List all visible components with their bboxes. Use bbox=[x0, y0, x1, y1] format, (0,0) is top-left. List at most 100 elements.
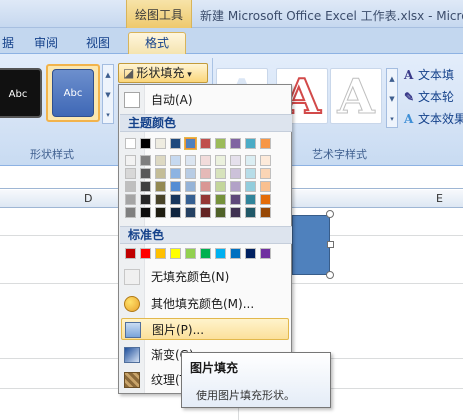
menu-item-automatic[interactable]: 自动(A) bbox=[121, 89, 289, 111]
theme-color-swatch[interactable] bbox=[125, 138, 136, 149]
standard-color-swatch[interactable] bbox=[200, 248, 211, 259]
theme-color-shade-swatch[interactable] bbox=[185, 194, 196, 205]
theme-color-shade-swatch[interactable] bbox=[170, 181, 181, 192]
theme-color-shade-swatch[interactable] bbox=[155, 168, 166, 179]
theme-color-shade-swatch[interactable] bbox=[125, 155, 136, 166]
theme-color-shade-swatch[interactable] bbox=[170, 207, 181, 218]
theme-color-shade-swatch[interactable] bbox=[215, 168, 226, 179]
standard-color-swatch[interactable] bbox=[260, 248, 271, 259]
shape-style-blue-selected[interactable]: Abc bbox=[46, 64, 100, 122]
theme-color-shade-swatch[interactable] bbox=[200, 194, 211, 205]
theme-color-shade-swatch[interactable] bbox=[140, 155, 151, 166]
theme-color-shade-swatch[interactable] bbox=[260, 155, 271, 166]
selected-rectangle-shape[interactable] bbox=[292, 215, 330, 275]
theme-color-shade-swatch[interactable] bbox=[125, 168, 136, 179]
wordart-style-3[interactable]: A bbox=[330, 68, 382, 126]
theme-color-swatch[interactable] bbox=[260, 138, 271, 149]
theme-color-shade-swatch[interactable] bbox=[125, 194, 136, 205]
theme-color-swatch[interactable] bbox=[184, 137, 197, 150]
theme-color-shade-swatch[interactable] bbox=[260, 207, 271, 218]
theme-color-swatch[interactable] bbox=[155, 138, 166, 149]
theme-color-shade-swatch[interactable] bbox=[200, 207, 211, 218]
menu-item-no-fill-label: 无填充颜色(N) bbox=[151, 270, 230, 284]
tab-format[interactable]: 格式 bbox=[128, 32, 186, 55]
theme-color-swatch[interactable] bbox=[215, 138, 226, 149]
text-effects-button[interactable]: A 文本效果 bbox=[404, 110, 463, 127]
theme-color-shade-swatch[interactable] bbox=[200, 155, 211, 166]
theme-color-shade-swatch[interactable] bbox=[230, 181, 241, 192]
wordart-gallery-scroll[interactable]: ▲ ▼ ▾ bbox=[386, 68, 398, 128]
theme-color-swatch[interactable] bbox=[230, 138, 241, 149]
theme-color-shade-swatch[interactable] bbox=[200, 181, 211, 192]
theme-color-shade-swatch[interactable] bbox=[140, 168, 151, 179]
menu-item-picture[interactable]: 图片(P)... bbox=[121, 318, 289, 340]
shape-styles-gallery-scroll[interactable]: ▲ ▼ ▾ bbox=[102, 64, 114, 124]
theme-color-shade-swatch[interactable] bbox=[140, 181, 151, 192]
menu-item-more-colors[interactable]: 其他填充颜色(M)... bbox=[121, 293, 289, 315]
text-fill-label: 文本填 bbox=[418, 68, 455, 82]
theme-color-swatch[interactable] bbox=[170, 138, 181, 149]
theme-color-shade-swatch[interactable] bbox=[245, 181, 256, 192]
standard-color-swatch[interactable] bbox=[155, 248, 166, 259]
tab-view[interactable]: 视图 bbox=[86, 34, 110, 51]
theme-color-shade-swatch[interactable] bbox=[245, 168, 256, 179]
theme-color-shade-swatch[interactable] bbox=[185, 181, 196, 192]
tab-data[interactable]: 据 bbox=[2, 34, 14, 51]
theme-color-shade-swatch[interactable] bbox=[155, 207, 166, 218]
theme-color-shade-swatch[interactable] bbox=[155, 155, 166, 166]
theme-color-shade-swatch[interactable] bbox=[155, 194, 166, 205]
shape-style-black[interactable]: Abc bbox=[0, 68, 42, 118]
theme-color-shade-swatch[interactable] bbox=[230, 207, 241, 218]
resize-handle[interactable] bbox=[327, 241, 334, 248]
theme-color-swatch[interactable] bbox=[245, 138, 256, 149]
standard-color-swatch[interactable] bbox=[170, 248, 181, 259]
standard-color-swatch[interactable] bbox=[125, 248, 136, 259]
theme-color-shade-swatch[interactable] bbox=[185, 155, 196, 166]
theme-color-shade-swatch[interactable] bbox=[245, 155, 256, 166]
standard-color-swatch[interactable] bbox=[215, 248, 226, 259]
shape-styles-group-label: 形状样式 bbox=[30, 148, 74, 161]
theme-color-swatch[interactable] bbox=[140, 138, 151, 149]
title-bar: 绘图工具 新建 Microsoft Office Excel 工作表.xlsx … bbox=[0, 0, 463, 28]
standard-color-swatch[interactable] bbox=[230, 248, 241, 259]
standard-color-swatch[interactable] bbox=[245, 248, 256, 259]
theme-color-shade-swatch[interactable] bbox=[155, 181, 166, 192]
theme-color-shade-swatch[interactable] bbox=[260, 168, 271, 179]
theme-color-shade-swatch[interactable] bbox=[230, 155, 241, 166]
theme-color-shade-swatch[interactable] bbox=[215, 207, 226, 218]
column-header-d[interactable]: D bbox=[84, 192, 92, 205]
theme-color-shade-swatch[interactable] bbox=[245, 194, 256, 205]
theme-color-shade-swatch[interactable] bbox=[140, 194, 151, 205]
resize-handle[interactable] bbox=[326, 271, 334, 279]
theme-color-shade-swatch[interactable] bbox=[215, 155, 226, 166]
theme-color-shade-swatch[interactable] bbox=[260, 194, 271, 205]
theme-color-shade-swatch[interactable] bbox=[260, 181, 271, 192]
theme-color-shade-swatch[interactable] bbox=[125, 207, 136, 218]
picture-fill-tooltip: 图片填充 使用图片填充形状。 bbox=[181, 352, 331, 408]
theme-color-shade-swatch[interactable] bbox=[170, 194, 181, 205]
theme-color-shade-swatch[interactable] bbox=[215, 181, 226, 192]
theme-color-shade-swatch[interactable] bbox=[170, 155, 181, 166]
theme-color-swatch[interactable] bbox=[200, 138, 211, 149]
theme-color-shade-swatch[interactable] bbox=[230, 194, 241, 205]
theme-color-shade-swatch[interactable] bbox=[140, 207, 151, 218]
theme-color-shade-swatch[interactable] bbox=[125, 181, 136, 192]
menu-item-no-fill[interactable]: 无填充颜色(N) bbox=[121, 266, 289, 288]
text-fill-button[interactable]: A 文本填 bbox=[404, 66, 454, 83]
theme-color-shade-swatch[interactable] bbox=[185, 207, 196, 218]
shape-fill-button[interactable]: ◪ 形状填充 ▾ bbox=[118, 63, 208, 83]
theme-color-shade-swatch[interactable] bbox=[245, 207, 256, 218]
standard-color-swatch[interactable] bbox=[140, 248, 151, 259]
theme-color-shade-swatch[interactable] bbox=[200, 168, 211, 179]
theme-color-shade-swatch[interactable] bbox=[185, 168, 196, 179]
tab-review[interactable]: 审阅 bbox=[34, 34, 58, 51]
resize-handle[interactable] bbox=[326, 210, 334, 218]
text-outline-button[interactable]: ✎ 文本轮 bbox=[404, 88, 454, 105]
tooltip-title: 图片填充 bbox=[190, 361, 239, 375]
theme-color-shade-swatch[interactable] bbox=[215, 194, 226, 205]
chevron-down-icon: ▾ bbox=[184, 70, 192, 80]
theme-color-shade-swatch[interactable] bbox=[170, 168, 181, 179]
column-header-e[interactable]: E bbox=[436, 192, 443, 205]
theme-color-shade-swatch[interactable] bbox=[230, 168, 241, 179]
standard-color-swatch[interactable] bbox=[185, 248, 196, 259]
